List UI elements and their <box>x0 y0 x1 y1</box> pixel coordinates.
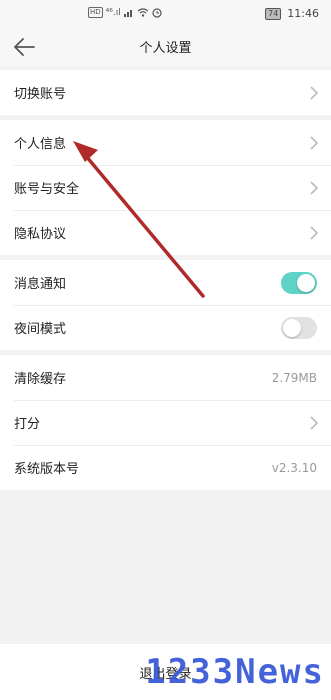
alarm-icon <box>152 7 162 18</box>
row-label: 账号与安全 <box>14 182 80 197</box>
night-mode-toggle[interactable] <box>281 317 317 339</box>
notification-toggle[interactable] <box>281 272 317 294</box>
row-rate[interactable]: 打分 <box>0 400 331 445</box>
hd-badge: HD <box>88 7 103 18</box>
chevron-right-icon <box>310 181 319 195</box>
row-label: 切换账号 <box>14 87 67 102</box>
battery-icon: 74 <box>265 7 282 20</box>
toggle-knob <box>283 319 301 337</box>
clock-time: 11:46 <box>287 7 319 20</box>
status-indicators: HD ⁴⁶.ıl <box>88 7 162 18</box>
chevron-right-icon <box>310 416 319 430</box>
chevron-right-icon <box>310 226 319 240</box>
row-privacy-agreement[interactable]: 隐私协议 <box>0 210 331 255</box>
page-title: 个人设置 <box>139 41 192 56</box>
signal-text: ⁴⁶.ıl <box>105 7 121 18</box>
row-switch-account[interactable]: 切换账号 <box>0 70 331 115</box>
version-number: v2.3.10 <box>271 460 317 475</box>
row-version: 系统版本号 v2.3.10 <box>0 445 331 490</box>
row-account-security[interactable]: 账号与安全 <box>0 165 331 210</box>
row-night-mode: 夜间模式 <box>0 305 331 350</box>
settings-group-system: 清除缓存 2.79MB 打分 系统版本号 v2.3.10 <box>0 355 331 490</box>
row-personal-info[interactable]: 个人信息 <box>0 120 331 165</box>
nav-bar: 个人设置 <box>0 28 331 66</box>
row-label: 系统版本号 <box>14 462 80 477</box>
row-message-notification: 消息通知 <box>0 260 331 305</box>
settings-group-account: 切换账号 <box>0 70 331 115</box>
row-label: 个人信息 <box>14 137 67 152</box>
status-right: 74 11:46 <box>265 7 319 20</box>
wifi-icon <box>137 8 149 17</box>
chevron-right-icon <box>310 86 319 100</box>
settings-group-profile: 个人信息 账号与安全 隐私协议 <box>0 120 331 255</box>
chevron-right-icon <box>310 136 319 150</box>
row-label: 打分 <box>14 417 41 432</box>
watermark-logo: 1233News <box>145 652 325 692</box>
row-clear-cache[interactable]: 清除缓存 2.79MB <box>0 355 331 400</box>
status-bar: HD ⁴⁶.ıl 74 11:46 <box>0 0 331 28</box>
row-label: 隐私协议 <box>14 227 67 242</box>
row-label: 消息通知 <box>14 277 67 292</box>
settings-group-toggles: 消息通知 夜间模式 <box>0 260 331 350</box>
signal-icon <box>123 10 132 17</box>
cache-size: 2.79MB <box>271 370 317 385</box>
row-label: 清除缓存 <box>14 372 67 387</box>
row-label: 夜间模式 <box>14 322 67 337</box>
toggle-knob <box>297 274 315 292</box>
